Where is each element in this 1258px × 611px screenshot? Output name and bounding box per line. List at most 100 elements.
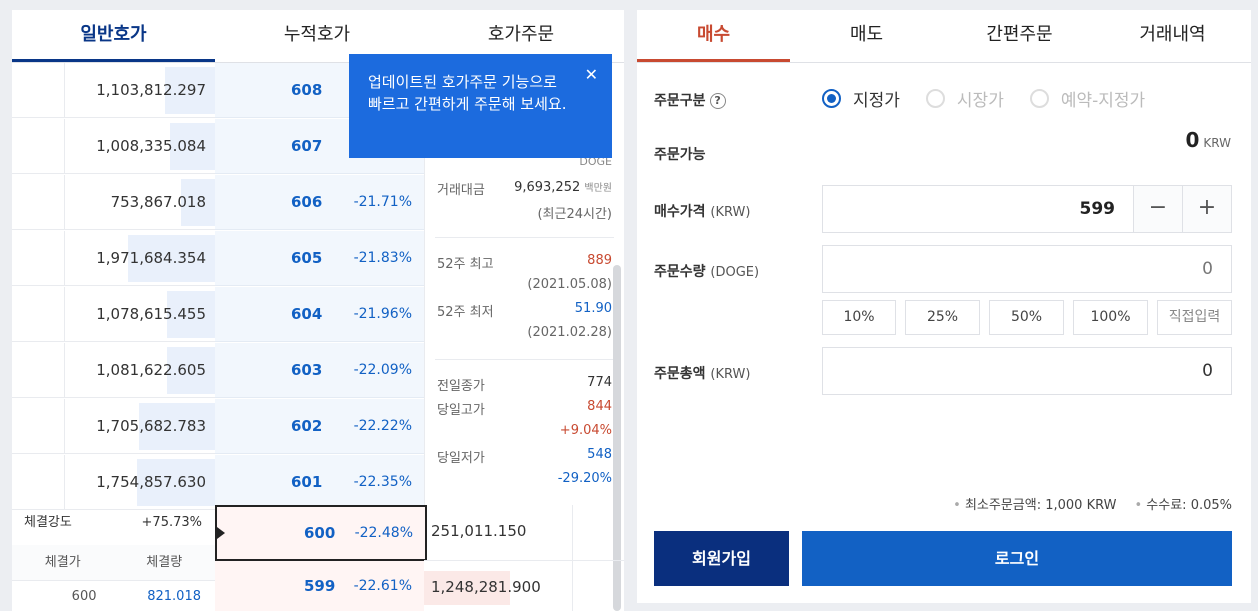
ask-gap	[12, 343, 65, 398]
divider	[572, 505, 573, 560]
ask-volume-cell: 1,754,857.630	[65, 455, 215, 510]
ask-volume-cell: 1,705,682.783	[65, 399, 215, 454]
ask-row[interactable]: 1,705,682.783 602 -22.22%	[12, 399, 424, 455]
trade-qty: 821.018	[147, 589, 201, 604]
buy-price-label: 매수가격 (KRW)	[654, 201, 750, 221]
ask-row[interactable]: 1,971,684.354 605 -21.83%	[12, 231, 424, 287]
high52-value: 889	[587, 253, 612, 268]
strength-row: 체결강도 +75.73%	[24, 505, 202, 541]
ask-price-cell[interactable]: 604 -21.96%	[215, 287, 424, 342]
ask-volume-cell: 753,867.018	[65, 175, 215, 230]
price-increase-button[interactable]: +	[1182, 186, 1231, 232]
ask-price: 601	[291, 473, 323, 491]
ask-gap	[12, 399, 65, 454]
buy-price-unit: (KRW)	[710, 205, 751, 220]
join-button[interactable]: 회원가입	[654, 531, 789, 586]
trade-amount-value: 9,693,252	[514, 180, 581, 195]
ask-volume: 1,971,684.354	[96, 249, 206, 267]
radio-reserved-limit[interactable]: 예약-지정가	[1029, 86, 1145, 111]
ask-row[interactable]: 1,081,622.605 603 -22.09%	[12, 343, 424, 399]
ask-price: 604	[291, 305, 323, 323]
radio-unchecked-icon	[925, 89, 945, 108]
total-input[interactable]	[823, 348, 1231, 394]
low52-date: (2021.02.28)	[527, 325, 612, 340]
buy-price-label-text: 매수가격	[654, 204, 706, 220]
bid-volume: 1,248,281.900	[431, 578, 541, 596]
login-button[interactable]: 로그인	[802, 531, 1232, 586]
ask-price: 603	[291, 361, 323, 379]
ask-volume: 1,081,622.605	[96, 361, 206, 379]
ask-price: 606	[291, 193, 323, 211]
available-unit: KRW	[1203, 136, 1231, 150]
ask-volume: 1,078,615.455	[96, 305, 206, 323]
ask-price-cell[interactable]: 602 -22.22%	[215, 399, 424, 454]
radio-checked-icon	[822, 89, 841, 108]
tab-buy[interactable]: 매수	[637, 10, 790, 62]
prev-close-label: 전일종가	[437, 379, 485, 394]
ask-volume: 1,705,682.783	[96, 417, 206, 435]
trade-strength-panel: 체결강도 +75.73% 체결가 체결량 600 821.018	[12, 505, 215, 611]
ask-price-cell[interactable]: 601 -22.35%	[215, 455, 424, 510]
ask-gap	[12, 455, 65, 510]
day-low-rate: -29.20%	[557, 471, 612, 486]
trade-header: 체결가 체결량	[12, 545, 215, 581]
radio-market[interactable]: 시장가	[925, 86, 1004, 111]
low52-value: 51.90	[574, 301, 612, 316]
ask-rate: -21.96%	[353, 306, 412, 322]
total-label-text: 주문총액	[654, 366, 706, 382]
prev-close-row: 전일종가 774	[437, 375, 612, 394]
trade-amount-period-row: (최근24시간)	[437, 203, 612, 222]
tab-general-orderbook[interactable]: 일반호가	[12, 10, 215, 62]
current-price-marker-icon	[217, 527, 225, 539]
close-icon[interactable]: ✕	[585, 64, 598, 86]
total-label: 주문총액 (KRW)	[654, 363, 750, 383]
feature-tooltip: 업데이트된 호가주문 기능으로 빠르고 간편하게 주문해 보세요. ✕	[349, 54, 612, 158]
percent-25-button[interactable]: 25%	[905, 300, 980, 335]
ask-row[interactable]: 1,754,857.630 601 -22.35%	[12, 455, 424, 511]
strength-label: 체결강도	[24, 515, 72, 530]
ask-gap	[12, 175, 65, 230]
low52-row: 52주 최저 51.90	[437, 301, 612, 320]
quantity-input[interactable]	[823, 246, 1231, 292]
tooltip-text: 업데이트된 호가주문 기능으로 빠르고 간편하게 주문해 보세요.	[368, 73, 567, 113]
percent-100-button[interactable]: 100%	[1073, 300, 1148, 335]
direct-input-button[interactable]: 직접입력	[1157, 300, 1232, 335]
ask-price-cell[interactable]: 605 -21.83%	[215, 231, 424, 286]
orderbook-panel: 일반호가 누적호가 호가주문 1,103,812.297 608 1,008,3…	[12, 10, 624, 611]
buy-price-input[interactable]	[823, 186, 1133, 232]
ask-gap	[12, 119, 65, 174]
bid-price-row[interactable]: 599 -22.61%	[215, 561, 424, 611]
day-low-value: 548	[587, 447, 612, 462]
trade-head-price: 체결가	[44, 555, 81, 570]
available-value: 0	[1185, 128, 1200, 152]
ask-price: 607	[291, 137, 323, 155]
ask-rate: -22.09%	[353, 362, 412, 378]
tab-simple-order[interactable]: 간편주문	[943, 10, 1096, 62]
ask-price-cell[interactable]: 606 -21.71%	[215, 175, 424, 230]
ask-volume-cell: 1,078,615.455	[65, 287, 215, 342]
percent-50-button[interactable]: 50%	[989, 300, 1064, 335]
trade-amount-row: 거래대금 9,693,252 백만원	[437, 179, 612, 198]
radio-limit[interactable]: 지정가	[822, 86, 900, 111]
ask-price-cell[interactable]: 603 -22.09%	[215, 343, 424, 398]
tab-sell[interactable]: 매도	[790, 10, 943, 62]
day-high-row: 당일고가 844	[437, 399, 612, 418]
order-panel: 매수 매도 간편주문 거래내역 주문구분? 지정가 시장가 예약-지정가 주문가…	[637, 10, 1251, 603]
buy-price-field: − +	[822, 185, 1232, 233]
current-price-row[interactable]: 600 -22.48%	[215, 505, 427, 561]
trade-amount-unit: 백만원	[584, 183, 612, 194]
tab-trade-history[interactable]: 거래내역	[1096, 10, 1249, 62]
available-label: 주문가능	[654, 147, 706, 163]
help-icon[interactable]: ?	[709, 93, 726, 109]
percent-10-button[interactable]: 10%	[822, 300, 896, 335]
low52-label: 52주 최저	[437, 305, 494, 320]
price-decrease-button[interactable]: −	[1133, 186, 1182, 232]
divider	[572, 561, 573, 611]
ask-row[interactable]: 1,078,615.455 604 -21.96%	[12, 287, 424, 343]
ask-volume-cell: 1,103,812.297	[65, 63, 215, 118]
ask-row[interactable]: 753,867.018 606 -21.71%	[12, 175, 424, 231]
day-low-rate-row: -29.20%	[437, 471, 612, 486]
fee-note: 수수료: 0.05%	[1134, 494, 1232, 513]
order-type-label-text: 주문구분	[654, 93, 706, 109]
ask-volume: 1,008,335.084	[96, 137, 206, 155]
